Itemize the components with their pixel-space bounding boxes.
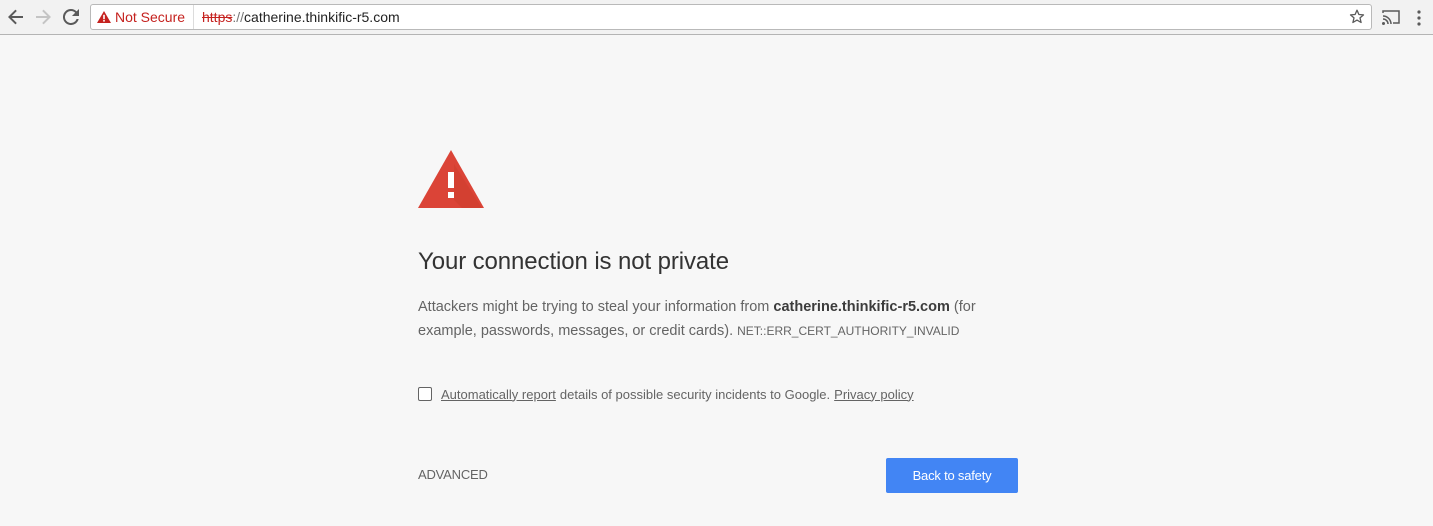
red-warning-triangle-icon (418, 150, 484, 208)
security-label: Not Secure (115, 9, 186, 25)
reload-icon (63, 9, 79, 25)
explanation-paragraph: Attackers might be trying to steal your … (418, 295, 1018, 343)
url-separator: :// (232, 9, 245, 25)
star-outline-icon[interactable] (1349, 9, 1365, 25)
arrow-left-icon (8, 9, 23, 25)
security-indicator[interactable]: Not Secure (97, 5, 195, 29)
url-scheme: https (202, 9, 233, 25)
reload-button[interactable] (61, 7, 81, 27)
cast-icon[interactable] (1382, 9, 1400, 25)
privacy-policy-link[interactable]: Privacy policy (834, 387, 913, 402)
report-option: Automatically report details of possible… (418, 384, 914, 404)
error-code[interactable]: NET::ERR_CERT_AUTHORITY_INVALID (737, 324, 959, 338)
page-title: Your connection is not private (418, 248, 729, 275)
address-bar[interactable]: Not Secure https://catherine.thinkific-r… (90, 4, 1372, 30)
warning-triangle-icon (97, 11, 111, 23)
forward-button[interactable] (33, 7, 53, 27)
back-to-safety-button[interactable]: Back to safety (886, 458, 1018, 493)
arrow-right-icon (36, 9, 51, 25)
advanced-button[interactable]: ADVANCED (418, 467, 488, 482)
back-button[interactable] (6, 7, 26, 27)
report-checkbox[interactable] (418, 387, 432, 401)
report-description: details of possible security incidents t… (559, 386, 831, 402)
url-text[interactable]: https://catherine.thinkific-r5.com (202, 5, 400, 29)
url-host: catherine.thinkific-r5.com (244, 9, 400, 25)
automatically-report-link[interactable]: Automatically report (441, 387, 556, 402)
explanation-host: catherine.thinkific-r5.com (773, 299, 950, 315)
browser-toolbar: Not Secure https://catherine.thinkific-r… (0, 0, 1433, 35)
explanation-prefix: Attackers might be trying to steal your … (418, 299, 774, 315)
more-vertical-icon[interactable] (1414, 9, 1424, 27)
